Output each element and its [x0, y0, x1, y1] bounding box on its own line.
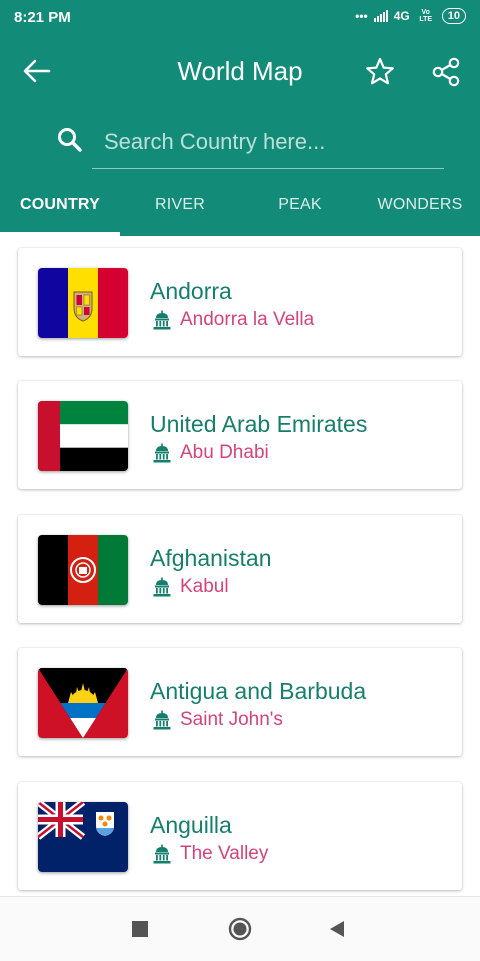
share-icon[interactable] [430, 56, 462, 88]
search-bar [52, 120, 444, 172]
capital-name: Saint John's [180, 709, 283, 730]
status-time: 8:21 PM [14, 9, 71, 26]
capitol-building-icon [153, 710, 171, 730]
search-icon [58, 128, 82, 152]
tab-peak[interactable]: PEAK [240, 178, 360, 236]
search-underline [92, 168, 444, 169]
page-title: World Map [177, 56, 303, 86]
capital-row: Kabul [152, 576, 229, 598]
recents-button-icon[interactable] [132, 921, 148, 937]
capitol-building-icon [153, 443, 171, 463]
tab-wonders[interactable]: WONDERS [360, 178, 480, 236]
capital-name: Kabul [180, 576, 229, 597]
list-item[interactable]: Antigua and Barbuda Saint John's [18, 648, 462, 756]
tab-river[interactable]: RIVER [120, 178, 240, 236]
capital-name: The Valley [180, 843, 269, 864]
network-type: 4G [393, 9, 410, 23]
signal-icon [373, 10, 388, 22]
country-name: Andorra [150, 278, 232, 304]
tab-country[interactable]: COUNTRY [0, 178, 120, 236]
volte-indicator: Vo LTE [419, 9, 433, 23]
afghanistan-flag [38, 535, 128, 605]
app-bar: 8:21 PM ••• 4G Vo LTE 10 World Map Searc… [0, 0, 480, 236]
status-indicators: ••• 4G Vo LTE 10 [355, 8, 466, 24]
list-item[interactable]: Andorra Andorra la Vella [18, 248, 462, 356]
country-name: United Arab Emirates [150, 411, 368, 437]
capital-row: Saint John's [152, 709, 283, 731]
list-item[interactable]: United Arab Emirates Abu Dhabi [18, 381, 462, 489]
battery-icon: 10 [441, 8, 466, 24]
capital-name: Andorra la Vella [180, 309, 315, 330]
capitol-building-icon [153, 577, 171, 597]
back-button-icon[interactable] [328, 920, 346, 938]
antigua-flag [38, 668, 128, 738]
toolbar: World Map [0, 46, 480, 96]
capital-row: The Valley [152, 843, 268, 865]
status-dots: ••• [355, 9, 368, 23]
home-button-icon[interactable] [228, 917, 252, 941]
tab-bar: COUNTRY RIVER PEAK WONDERS [0, 178, 480, 236]
country-name: Afghanistan [150, 545, 272, 571]
status-bar: 8:21 PM ••• 4G Vo LTE 10 [0, 0, 480, 34]
andorra-flag [38, 268, 128, 338]
capital-row: Andorra la Vella [152, 309, 314, 331]
capital-row: Abu Dhabi [152, 442, 269, 464]
capitol-building-icon [153, 844, 171, 864]
uae-flag [38, 401, 128, 471]
country-name: Antigua and Barbuda [150, 678, 367, 704]
list-item[interactable]: Afghanistan Kabul [18, 515, 462, 623]
system-nav-bar [0, 896, 480, 961]
battery-level: 10 [447, 10, 460, 22]
search-input[interactable] [102, 122, 436, 162]
country-list: Andorra Andorra la Vella United Arab Emi… [0, 236, 480, 896]
anguilla-flag [38, 802, 128, 872]
list-item[interactable]: Anguilla The Valley [18, 782, 462, 890]
capitol-building-icon [153, 310, 171, 330]
star-icon[interactable] [364, 56, 396, 88]
capital-name: Abu Dhabi [180, 442, 269, 463]
country-name: Anguilla [150, 812, 232, 838]
